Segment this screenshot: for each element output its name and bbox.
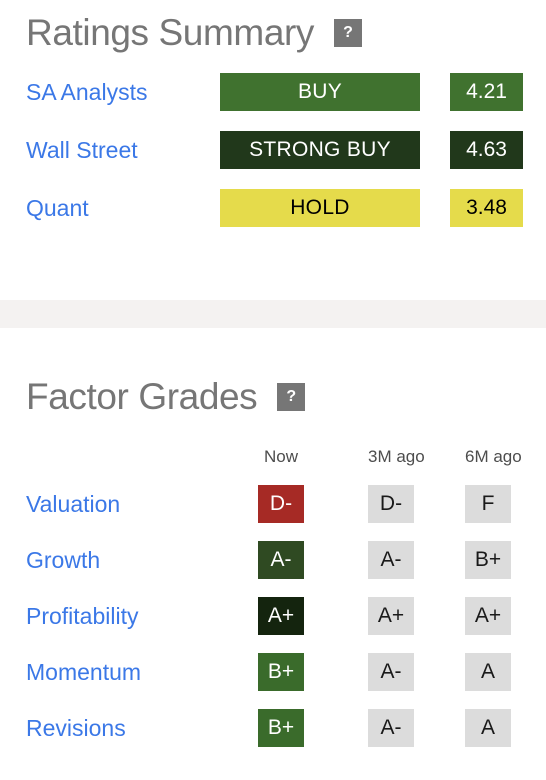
factor-grade-row: Valuation D- D- F (26, 485, 546, 523)
factor-name-link[interactable]: Valuation (26, 492, 258, 516)
grade-now-badge: D- (258, 485, 304, 523)
factor-name-link[interactable]: Growth (26, 548, 258, 572)
grade-6m-ago-badge: A+ (465, 597, 511, 635)
grade-6m-ago-badge: A (465, 709, 511, 747)
section-divider (0, 300, 546, 328)
factor-grades-section: Factor Grades ? Now 3M ago 6M ago Valuat… (0, 378, 546, 747)
factor-grades-list: Valuation D- D- F Growth A- A- B+ Profitability A… (26, 485, 546, 747)
question-mark-icon[interactable]: ? (277, 382, 306, 411)
grade-now-badge: A- (258, 541, 304, 579)
factor-grade-row: Revisions B+ A- A (26, 709, 546, 747)
grade-6m-ago-badge: A (465, 653, 511, 691)
grade-now-badge: B+ (258, 709, 304, 747)
rating-row: Wall Street STRONG BUY 4.63 (26, 131, 546, 169)
factor-grades-header: Factor Grades ? (26, 378, 546, 415)
grade-3m-ago-badge: A- (368, 709, 414, 747)
rating-source-link[interactable]: SA Analysts (26, 80, 220, 104)
factor-grade-row: Growth A- A- B+ (26, 541, 546, 579)
ratings-summary-list: SA Analysts BUY 4.21 Wall Street STRONG BUY 4… (26, 73, 546, 227)
column-header-now: Now (263, 447, 298, 466)
factor-grades-column-headers: Now 3M ago 6M ago (26, 445, 546, 467)
column-header-3m-ago: 3M ago (368, 447, 425, 466)
rating-badge: STRONG BUY (220, 131, 420, 169)
question-mark-icon[interactable]: ? (334, 18, 363, 47)
factor-name-link[interactable]: Profitability (26, 604, 258, 628)
rating-badge: HOLD (220, 189, 420, 227)
rating-row: SA Analysts BUY 4.21 (26, 73, 546, 111)
column-header-6m-ago: 6M ago (465, 447, 522, 466)
rating-row: Quant HOLD 3.48 (26, 189, 546, 227)
ratings-summary-title: Ratings Summary (26, 12, 315, 53)
factor-grade-row: Profitability A+ A+ A+ (26, 597, 546, 635)
grade-now-badge: A+ (258, 597, 304, 635)
grade-6m-ago-badge: F (465, 485, 511, 523)
factor-name-link[interactable]: Momentum (26, 660, 258, 684)
rating-badge: BUY (220, 73, 420, 111)
grade-now-badge: B+ (258, 653, 304, 691)
grade-6m-ago-badge: B+ (465, 541, 511, 579)
rating-source-link[interactable]: Wall Street (26, 138, 220, 162)
grade-3m-ago-badge: A- (368, 653, 414, 691)
rating-source-link[interactable]: Quant (26, 196, 220, 220)
factor-grade-row: Momentum B+ A- A (26, 653, 546, 691)
ratings-summary-header: Ratings Summary ? (26, 14, 546, 51)
factor-name-link[interactable]: Revisions (26, 716, 258, 740)
grade-3m-ago-badge: A+ (368, 597, 414, 635)
rating-score-badge: 4.21 (450, 73, 523, 111)
ratings-summary-section: Ratings Summary ? SA Analysts BUY 4.21 Wall… (0, 0, 546, 227)
rating-score-badge: 3.48 (450, 189, 523, 227)
rating-score-badge: 4.63 (450, 131, 523, 169)
factor-grades-title: Factor Grades (26, 376, 258, 417)
grade-3m-ago-badge: A- (368, 541, 414, 579)
grade-3m-ago-badge: D- (368, 485, 414, 523)
